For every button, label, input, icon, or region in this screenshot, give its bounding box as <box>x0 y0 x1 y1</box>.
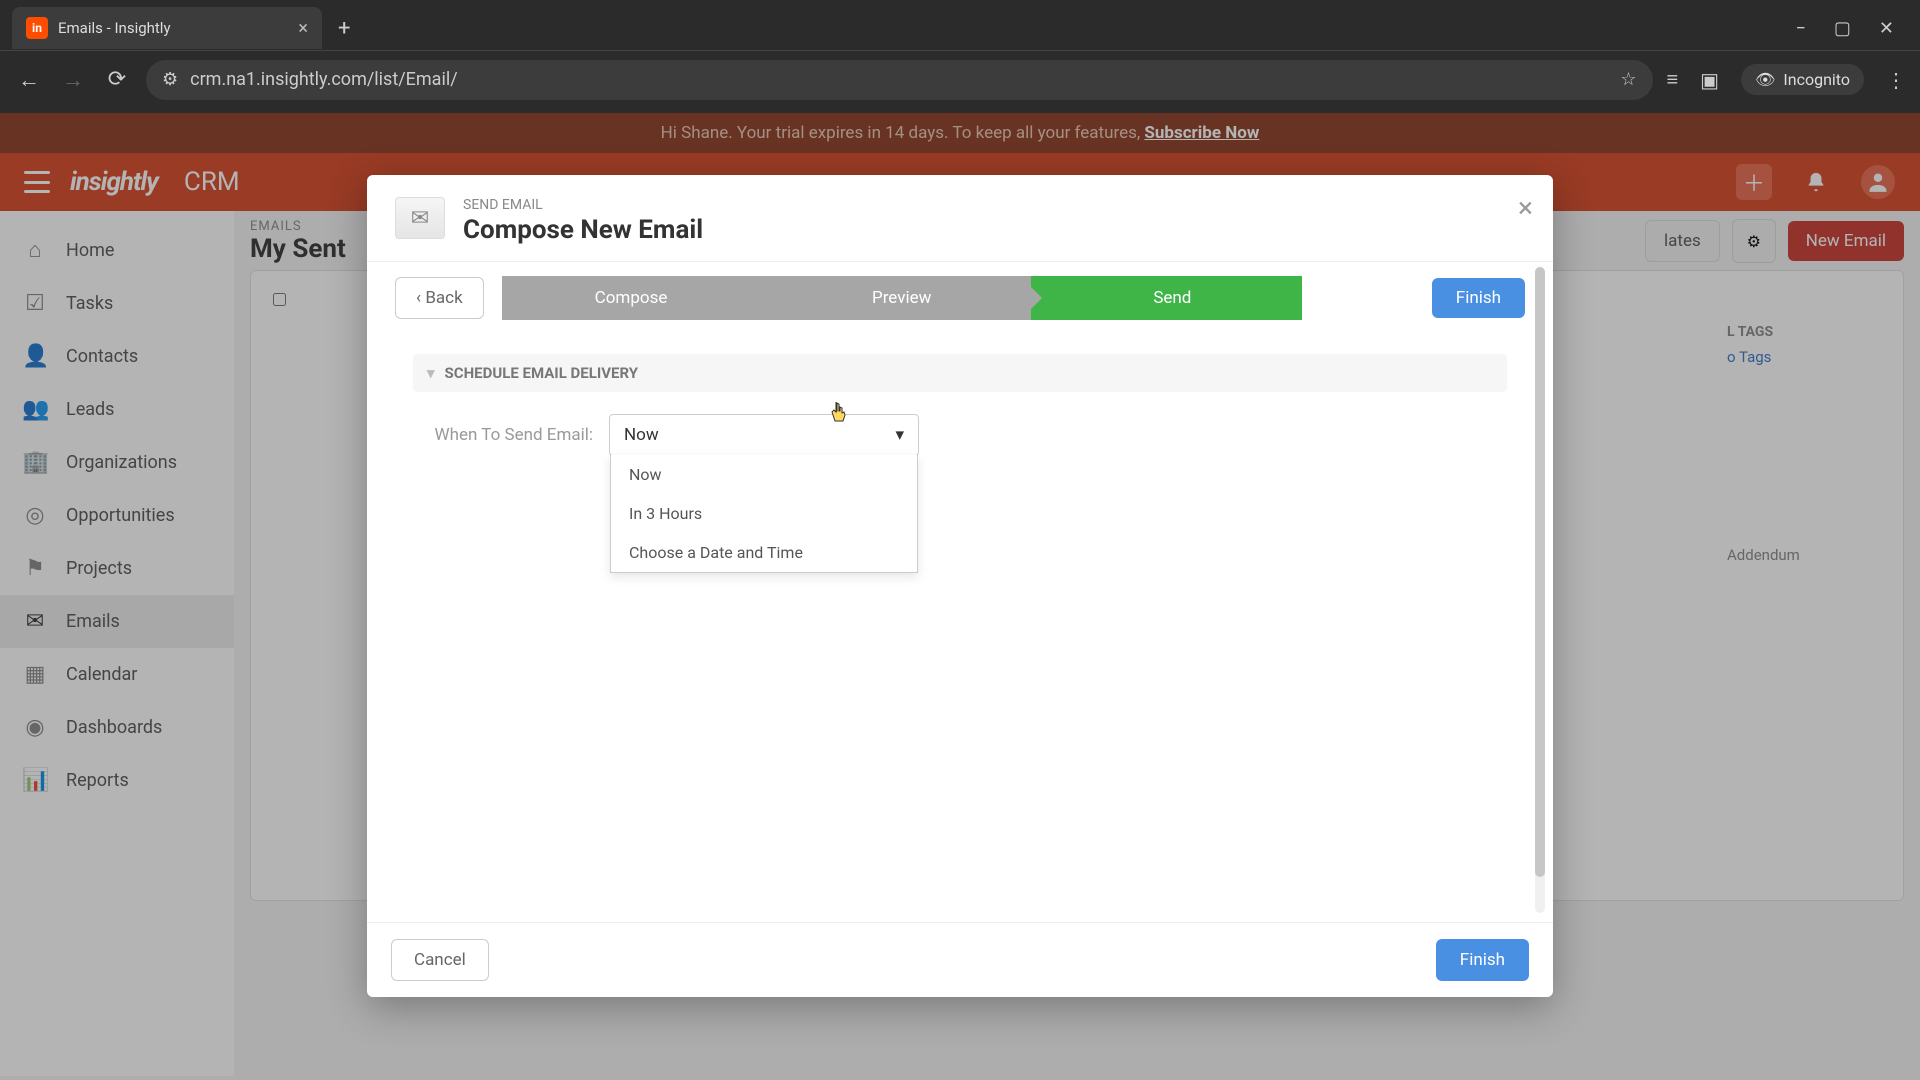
insightly-favicon: in <box>26 17 48 39</box>
url-text: crm.na1.insightly.com/list/Email/ <box>190 69 458 90</box>
finish-button-bottom[interactable]: Finish <box>1436 939 1529 981</box>
tab-title: Emails - Insightly <box>58 19 171 37</box>
when-to-send-label: When To Send Email: <box>413 425 593 445</box>
incognito-label: Incognito <box>1783 70 1850 89</box>
wizard-stepper: Compose Preview Send <box>502 276 1302 320</box>
compose-email-modal: ✉ SEND EMAIL Compose New Email × ‹ Back … <box>367 175 1553 997</box>
forward-icon[interactable]: → <box>58 67 88 93</box>
close-modal-icon[interactable]: × <box>1518 191 1533 224</box>
step-compose[interactable]: Compose <box>502 276 761 320</box>
select-value: Now <box>624 425 659 445</box>
chevron-down-icon: ▾ <box>427 364 435 382</box>
step-send[interactable]: Send <box>1031 276 1302 320</box>
back-button[interactable]: ‹ Back <box>395 277 484 319</box>
tab-bar: in Emails - Insightly × + − ▢ ✕ <box>0 0 1920 50</box>
incognito-indicator[interactable]: 👁 Incognito <box>1741 64 1864 95</box>
chevron-left-icon: ‹ <box>416 288 421 308</box>
panel-icon[interactable]: ▣ <box>1700 68 1719 92</box>
caret-down-icon: ▾ <box>895 425 904 445</box>
incognito-icon: 👁 <box>1755 70 1775 89</box>
back-icon[interactable]: ← <box>14 67 44 93</box>
new-tab-button[interactable]: + <box>330 8 358 49</box>
maximize-icon[interactable]: ▢ <box>1834 18 1851 39</box>
modal-overlay: ✉ SEND EMAIL Compose New Email × ‹ Back … <box>0 113 1920 1080</box>
toolbar-icons: ≡ ▣ 👁 Incognito ⋮ <box>1667 64 1907 95</box>
browser-tab[interactable]: in Emails - Insightly × <box>12 7 322 49</box>
when-to-send-dropdown: Now In 3 Hours Choose a Date and Time <box>610 455 918 573</box>
section-header[interactable]: ▾ SCHEDULE EMAIL DELIVERY <box>413 354 1507 392</box>
when-to-send-select[interactable]: Now ▾ Now In 3 Hours Choose a Date and T… <box>609 414 919 456</box>
url-field[interactable]: ⚙ crm.na1.insightly.com/list/Email/ ☆ <box>146 60 1653 100</box>
cancel-button[interactable]: Cancel <box>391 939 489 981</box>
modal-title: Compose New Email <box>463 215 703 245</box>
modal-scrollbar[interactable] <box>1535 267 1545 913</box>
mail-icon: ✉ <box>395 197 445 239</box>
kebab-menu-icon[interactable]: ⋮ <box>1886 68 1906 92</box>
dropdown-option-choose-date[interactable]: Choose a Date and Time <box>611 533 917 572</box>
bookmark-star-icon[interactable]: ☆ <box>1620 69 1636 90</box>
dropdown-option-now[interactable]: Now <box>611 455 917 494</box>
scrollbar-thumb[interactable] <box>1535 267 1545 877</box>
reading-list-icon[interactable]: ≡ <box>1667 67 1679 92</box>
modal-eyebrow: SEND EMAIL <box>463 197 703 213</box>
dropdown-option-3hours[interactable]: In 3 Hours <box>611 494 917 533</box>
window-controls: − ▢ ✕ <box>1796 18 1908 39</box>
section-title: SCHEDULE EMAIL DELIVERY <box>445 364 638 382</box>
site-settings-icon[interactable]: ⚙ <box>162 69 178 90</box>
step-preview[interactable]: Preview <box>760 276 1031 320</box>
reload-icon[interactable]: ⟳ <box>102 67 132 92</box>
browser-chrome: in Emails - Insightly × + − ▢ ✕ ← → ⟳ ⚙ … <box>0 0 1920 113</box>
address-bar: ← → ⟳ ⚙ crm.na1.insightly.com/list/Email… <box>0 50 1920 108</box>
close-tab-icon[interactable]: × <box>298 18 308 39</box>
close-window-icon[interactable]: ✕ <box>1879 18 1894 39</box>
back-label: Back <box>425 288 462 308</box>
finish-button-top[interactable]: Finish <box>1432 278 1525 318</box>
minimize-icon[interactable]: − <box>1796 18 1806 39</box>
